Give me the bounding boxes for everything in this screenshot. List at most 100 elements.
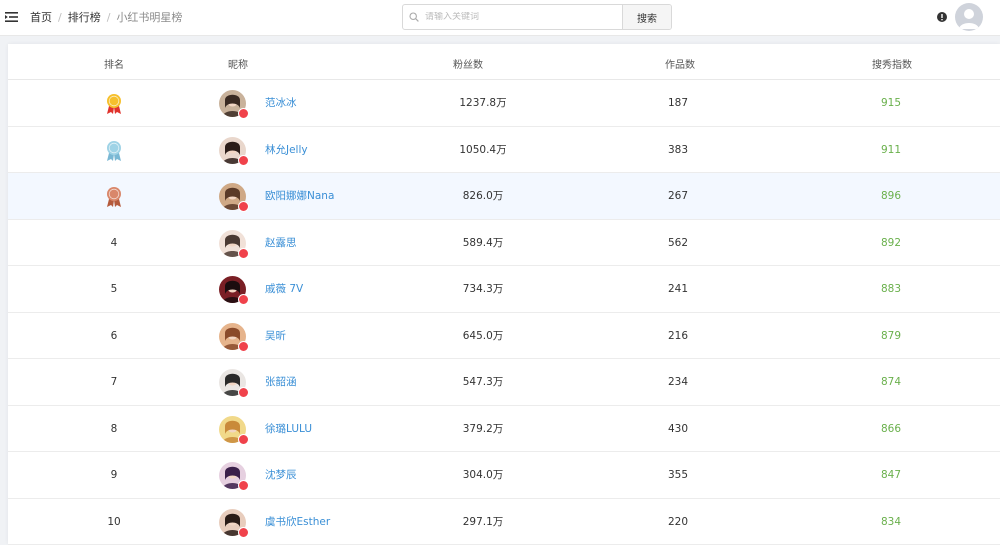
score-value: 879 <box>881 313 901 359</box>
nickname-link[interactable]: 戚薇 7V <box>265 266 303 312</box>
search-input-wrap <box>403 5 622 29</box>
fans-count: 547.3万 <box>448 359 518 405</box>
celebrity-avatar[interactable] <box>219 509 246 536</box>
rank-number: 5 <box>104 266 124 312</box>
verified-badge-icon <box>238 387 249 398</box>
nickname-link[interactable]: 范冰冰 <box>265 80 297 126</box>
search-box: 搜索 <box>402 4 672 30</box>
silver-medal-icon <box>105 140 123 162</box>
score-value: 892 <box>881 220 901 266</box>
rank-number: 7 <box>104 359 124 405</box>
celebrity-avatar[interactable] <box>219 276 246 303</box>
celebrity-avatar[interactable] <box>219 416 246 443</box>
fans-count: 645.0万 <box>448 313 518 359</box>
bronze-medal-icon <box>105 186 123 208</box>
score-value: 883 <box>881 266 901 312</box>
table-row[interactable]: 10 虞书欣Esther 297.1万 220 834 <box>8 499 1000 545</box>
table-body: 范冰冰 1237.8万 187 915 1 林允Jelly <box>8 80 1000 545</box>
gold-medal-icon <box>105 93 123 115</box>
nickname-link[interactable]: 虞书欣Esther <box>265 499 330 545</box>
nickname-link[interactable]: 徐璐LULU <box>265 406 312 452</box>
works-count: 430 <box>658 406 698 452</box>
celebrity-avatar[interactable] <box>219 462 246 489</box>
table-row[interactable]: 林允Jelly 1050.4万 383 911 2 <box>8 127 1000 174</box>
score-value: 866 <box>881 406 901 452</box>
nickname-link[interactable]: 赵露思 <box>265 220 297 266</box>
score-value: 896 <box>881 173 901 219</box>
works-count: 220 <box>658 499 698 545</box>
menu-fold-icon[interactable] <box>5 11 18 23</box>
score-value: 847 <box>881 452 901 498</box>
verified-badge-icon <box>238 201 249 212</box>
column-header-score: 搜秀指数 <box>872 56 912 71</box>
table-row[interactable]: 8 徐璐LULU 379.2万 430 866 <box>8 406 1000 453</box>
breadcrumb-home[interactable]: 首页 <box>30 9 52 25</box>
nickname-link[interactable]: 沈梦辰 <box>265 452 297 498</box>
nickname-link[interactable]: 林允Jelly <box>265 127 308 173</box>
fans-count: 304.0万 <box>448 452 518 498</box>
works-count: 241 <box>658 266 698 312</box>
celebrity-avatar[interactable] <box>219 183 246 210</box>
table-row[interactable]: 6 吴昕 645.0万 216 879 <box>8 313 1000 360</box>
top-bar: 首页 / 排行榜 / 小红书明星榜 搜索 <box>0 0 1000 36</box>
search-input[interactable] <box>425 12 605 22</box>
fans-count: 379.2万 <box>448 406 518 452</box>
rank-number: 8 <box>104 406 124 452</box>
nickname-link[interactable]: 张韶涵 <box>265 359 297 405</box>
nickname-link[interactable]: 吴昕 <box>265 313 286 359</box>
search-icon <box>409 12 419 22</box>
celebrity-avatar[interactable] <box>219 369 246 396</box>
user-avatar-icon[interactable] <box>955 3 983 31</box>
verified-badge-icon <box>238 480 249 491</box>
table-row[interactable]: 9 沈梦辰 304.0万 355 847 <box>8 452 1000 499</box>
works-count: 234 <box>658 359 698 405</box>
fans-count: 589.4万 <box>448 220 518 266</box>
ranking-table: 排名 昵称 粉丝数 作品数 搜秀指数 范冰冰 <box>8 44 1000 544</box>
score-value: 874 <box>881 359 901 405</box>
info-circle-icon[interactable] <box>937 12 947 22</box>
breadcrumb-rankings[interactable]: 排行榜 <box>68 9 101 25</box>
rank-number: 10 <box>104 499 124 545</box>
rank-number: 6 <box>104 313 124 359</box>
score-value: 911 <box>881 127 901 173</box>
column-header-rank: 排名 <box>104 56 124 71</box>
fans-count: 734.3万 <box>448 266 518 312</box>
nickname-link[interactable]: 欧阳娜娜Nana <box>265 173 334 219</box>
works-count: 355 <box>658 452 698 498</box>
verified-badge-icon <box>238 341 249 352</box>
works-count: 267 <box>658 173 698 219</box>
column-header-nickname: 昵称 <box>228 56 248 71</box>
breadcrumb-separator: / <box>107 11 111 24</box>
works-count: 562 <box>658 220 698 266</box>
breadcrumb-separator: / <box>58 11 62 24</box>
table-header: 排名 昵称 粉丝数 作品数 搜秀指数 <box>8 44 1000 80</box>
table-row[interactable]: 范冰冰 1237.8万 187 915 1 <box>8 80 1000 127</box>
score-value: 834 <box>881 499 901 545</box>
rank-number: 4 <box>104 220 124 266</box>
rank-number: 9 <box>104 452 124 498</box>
table-row[interactable]: 4 赵露思 589.4万 562 892 <box>8 220 1000 267</box>
fans-count: 1050.4万 <box>448 127 518 173</box>
celebrity-avatar[interactable] <box>219 137 246 164</box>
verified-badge-icon <box>238 155 249 166</box>
fans-count: 1237.8万 <box>448 80 518 126</box>
fans-count: 826.0万 <box>448 173 518 219</box>
celebrity-avatar[interactable] <box>219 90 246 117</box>
column-header-works: 作品数 <box>665 56 695 71</box>
verified-badge-icon <box>238 294 249 305</box>
verified-badge-icon <box>238 434 249 445</box>
table-row[interactable]: 欧阳娜娜Nana 826.0万 267 896 3 <box>8 173 1000 220</box>
verified-badge-icon <box>238 248 249 259</box>
table-row[interactable]: 5 戚薇 7V 734.3万 241 883 <box>8 266 1000 313</box>
column-header-fans: 粉丝数 <box>453 56 483 71</box>
celebrity-avatar[interactable] <box>219 323 246 350</box>
breadcrumb: 首页 / 排行榜 / 小红书明星榜 <box>30 10 182 24</box>
verified-badge-icon <box>238 527 249 538</box>
fans-count: 297.1万 <box>448 499 518 545</box>
table-row[interactable]: 7 张韶涵 547.3万 234 874 <box>8 359 1000 406</box>
search-button[interactable]: 搜索 <box>622 5 671 29</box>
works-count: 216 <box>658 313 698 359</box>
works-count: 187 <box>658 80 698 126</box>
score-value: 915 <box>881 80 901 126</box>
celebrity-avatar[interactable] <box>219 230 246 257</box>
